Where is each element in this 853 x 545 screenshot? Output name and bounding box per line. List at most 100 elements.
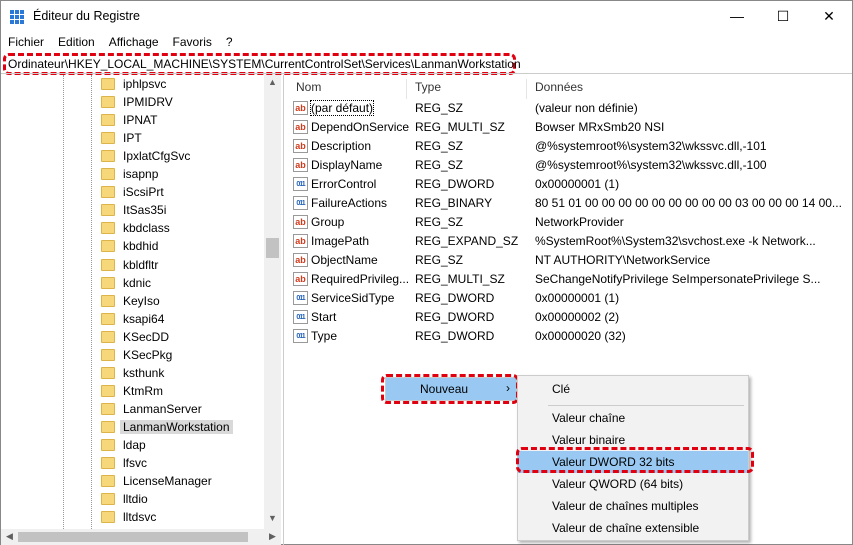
value-name: Group <box>311 215 345 229</box>
tree-item[interactable]: LicenseManager <box>101 472 212 490</box>
value-row[interactable]: ab (par défaut) REG_SZ (valeur non définie) <box>288 99 852 118</box>
tree-item-label: IPNAT <box>123 113 158 128</box>
tree-item[interactable]: iphlpsvc <box>101 75 166 93</box>
value-type: REG_SZ <box>415 139 464 153</box>
folder-icon <box>101 240 115 253</box>
tree-item-label: ksapi64 <box>123 311 165 326</box>
value-row[interactable]: ab ObjectName REG_SZ NT AUTHORITY\NetworkSe… <box>288 251 852 270</box>
value-row[interactable]: ab ImagePath REG_EXPAND_SZ %SystemRoot%\Sys… <box>288 232 852 251</box>
value-type: REG_MULTI_SZ <box>415 272 505 286</box>
string-value-icon: ab <box>293 215 308 229</box>
value-data: NT AUTHORITY\NetworkService <box>535 253 711 267</box>
scroll-down-icon[interactable]: ▼ <box>264 513 281 523</box>
scroll-left-icon[interactable]: ◀ <box>1 531 18 542</box>
folder-icon <box>101 258 115 271</box>
tree-item[interactable]: IPNAT <box>101 111 157 129</box>
tree-item[interactable]: LanmanWorkstation <box>101 418 233 436</box>
folder-icon <box>101 78 115 90</box>
submenu-item[interactable]: Clé <box>518 378 748 400</box>
tree-item[interactable]: lfsvc <box>101 454 147 472</box>
tree-item[interactable]: isapnp <box>101 165 158 183</box>
value-row[interactable]: 011 Type REG_DWORD 0x00000020 (32) <box>288 327 852 346</box>
tree-item[interactable]: kbdhid <box>101 237 158 255</box>
column-header-data[interactable]: Données <box>526 79 846 99</box>
value-name: DisplayName <box>311 158 383 172</box>
tree-item[interactable]: KSecPkg <box>101 346 172 364</box>
tree-item[interactable]: kbldfltr <box>101 256 158 274</box>
divider <box>1 73 852 74</box>
column-header-name[interactable]: Nom <box>288 79 406 99</box>
tree-item-label: isapnp <box>123 167 159 182</box>
tree-item-label: kbdclass <box>123 221 170 236</box>
tree-vertical-scrollbar[interactable]: ▲ ▼ <box>264 75 281 529</box>
scroll-thumb[interactable] <box>266 238 279 258</box>
value-row[interactable]: 011 Start REG_DWORD 0x00000002 (2) <box>288 308 852 327</box>
value-type: REG_SZ <box>415 101 464 115</box>
menu-affichage[interactable]: Affichage <box>102 33 166 51</box>
folder-icon <box>101 493 115 506</box>
folder-icon <box>101 96 115 109</box>
menu-bar: Fichier Edition Affichage Favoris ? <box>1 33 240 51</box>
string-value-icon: ab <box>293 253 308 267</box>
tree-item[interactable]: kbdclass <box>101 219 170 237</box>
value-row[interactable]: 011 ErrorControl REG_DWORD 0x00000001 (1) <box>288 175 852 194</box>
tree-item[interactable]: iScsiPrt <box>101 183 164 201</box>
tree-item[interactable]: lltdsvc <box>101 508 156 526</box>
minimize-button[interactable]: — <box>714 1 760 31</box>
tree-item[interactable]: ldap <box>101 436 146 454</box>
tree-item-label: kbldfltr <box>123 257 159 272</box>
value-row[interactable]: ab Description REG_SZ @%systemroot%\system3… <box>288 137 852 156</box>
menu-fichier[interactable]: Fichier <box>1 33 51 51</box>
tree-item[interactable]: KSecDD <box>101 328 169 346</box>
tree-item[interactable]: ksthunk <box>101 364 164 382</box>
maximize-button[interactable]: ☐ <box>760 1 806 31</box>
scroll-thumb[interactable] <box>18 532 248 542</box>
folder-icon <box>101 330 115 343</box>
menu-help[interactable]: ? <box>219 33 240 51</box>
menu-edition[interactable]: Edition <box>51 33 102 51</box>
column-header-type[interactable]: Type <box>406 79 526 99</box>
submenu-item[interactable]: Valeur de chaînes multiples <box>518 495 748 517</box>
menu-favoris[interactable]: Favoris <box>166 33 219 51</box>
value-row[interactable]: ab RequiredPrivileg... REG_MULTI_SZ SeChang… <box>288 270 852 289</box>
tree-item[interactable]: lltdio <box>101 490 148 508</box>
tree-item-label: kbdhid <box>123 239 159 254</box>
submenu-item[interactable]: Valeur de chaîne extensible <box>518 517 748 539</box>
tree-item[interactable]: IPT <box>101 129 142 147</box>
folder-icon <box>101 276 115 289</box>
address-bar[interactable]: Ordinateur\HKEY_LOCAL_MACHINE\SYSTEM\Cur… <box>3 53 521 75</box>
tree-item[interactable]: LanmanServer <box>101 400 202 418</box>
tree-item[interactable]: IpxlatCfgSvc <box>101 147 190 165</box>
value-row[interactable]: ab Group REG_SZ NetworkProvider <box>288 213 852 232</box>
value-row[interactable]: 011 FailureActions REG_BINARY 80 51 01 00 0… <box>288 194 852 213</box>
tree-item-label: iScsiPrt <box>123 185 164 200</box>
tree-item[interactable]: ItSas35i <box>101 201 166 219</box>
value-name: Start <box>311 310 337 324</box>
binary-value-icon: 011 <box>293 310 308 324</box>
tree-item-label: ldap <box>123 438 146 452</box>
string-value-icon: ab <box>293 101 308 115</box>
tree-item-label: KeyIso <box>123 293 160 308</box>
tree-item-label: iphlpsvc <box>123 77 167 91</box>
tree-item[interactable]: kdnic <box>101 274 151 292</box>
tree-item[interactable]: KeyIso <box>101 292 160 310</box>
value-type: REG_DWORD <box>415 329 495 343</box>
string-value-icon: ab <box>293 234 308 248</box>
folder-icon <box>101 348 115 361</box>
value-data: @%systemroot%\system32\wkssvc.dll,-101 <box>535 139 767 153</box>
highlight-annotation <box>381 374 519 404</box>
tree-item[interactable]: IPMIDRV <box>101 93 173 111</box>
tree-item[interactable]: KtmRm <box>101 382 163 400</box>
value-row[interactable]: 011 ServiceSidType REG_DWORD 0x00000001 (1) <box>288 289 852 308</box>
scroll-up-icon[interactable]: ▲ <box>264 77 281 87</box>
submenu-item[interactable]: Valeur QWORD (64 bits) <box>518 473 748 495</box>
submenu-item[interactable]: Valeur chaîne <box>518 407 748 429</box>
value-row[interactable]: ab DisplayName REG_SZ @%systemroot%\system3… <box>288 156 852 175</box>
tree-item-label: LanmanWorkstation <box>120 419 233 434</box>
menu-separator <box>548 405 744 406</box>
tree-item[interactable]: ksapi64 <box>101 310 164 328</box>
close-button[interactable]: ✕ <box>806 1 852 31</box>
tree-horizontal-scrollbar[interactable]: ◀ ▶ <box>1 529 281 545</box>
scroll-right-icon[interactable]: ▶ <box>264 531 281 542</box>
value-row[interactable]: ab DependOnService REG_MULTI_SZ Bowser MRxS… <box>288 118 852 137</box>
